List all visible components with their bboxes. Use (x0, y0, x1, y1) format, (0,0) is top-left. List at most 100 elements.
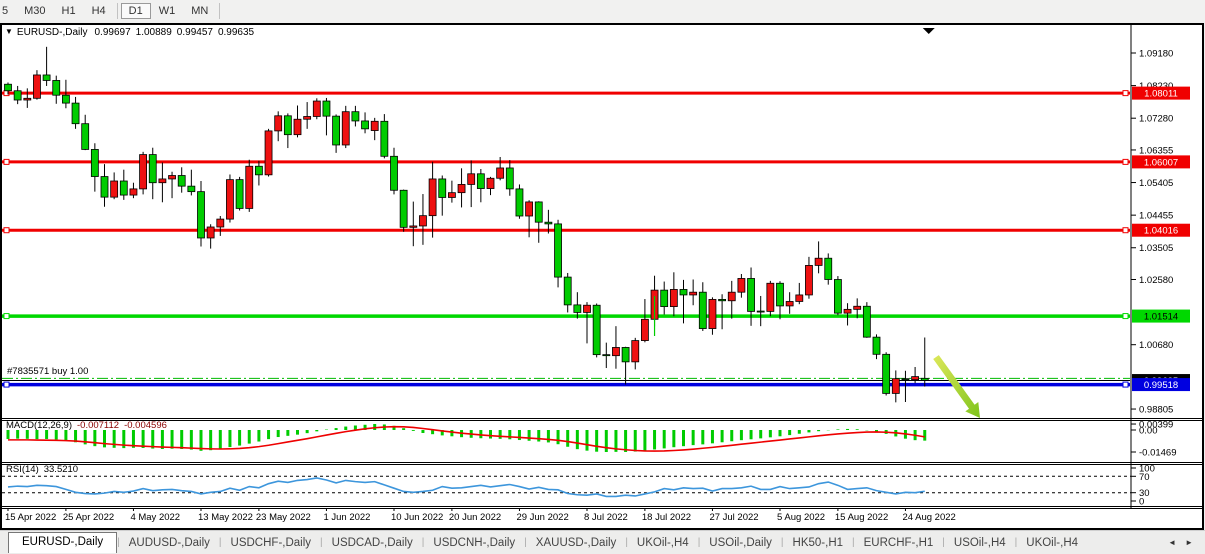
candle-body (304, 116, 311, 119)
line-handle[interactable] (1123, 314, 1128, 319)
price-tick-label: 1.00680 (1139, 340, 1173, 351)
tab-usdchf-daily[interactable]: USDCHF-,Daily (222, 535, 321, 551)
price-line-badge: 1.04016 (1144, 226, 1178, 237)
tf-h4[interactable]: H4 (84, 3, 114, 19)
candle-body (246, 166, 253, 208)
candle-body (62, 95, 69, 103)
date-tick-label: 23 May 2022 (256, 512, 311, 523)
candle-body (767, 283, 774, 311)
candle-body (82, 124, 89, 150)
candle-body (284, 116, 291, 135)
price-line-badge: 0.99518 (1144, 380, 1178, 391)
tab-eurusd-daily[interactable]: EURUSD-,Daily (8, 532, 117, 553)
candle-body (883, 354, 890, 393)
date-tick-label: 27 Jul 2022 (709, 512, 758, 523)
line-handle[interactable] (1123, 159, 1128, 164)
candle-body (294, 119, 301, 134)
candle-body (622, 347, 629, 361)
order-label[interactable]: #7835571 buy 1.00 (7, 366, 88, 377)
ohlc-high: 1.00889 (136, 27, 172, 38)
candle-body (342, 112, 349, 145)
price-line-badge: 1.08011 (1144, 89, 1178, 100)
price-tick-label: 1.05405 (1139, 178, 1173, 189)
candle-body (603, 355, 610, 356)
price-tick-label: 1.02580 (1139, 275, 1173, 286)
tabs-scroll-right-icon[interactable]: ► (1185, 538, 1193, 547)
candle-body (458, 184, 465, 192)
candle-body (506, 168, 513, 189)
candle-body (719, 299, 726, 300)
candle-body (497, 168, 504, 178)
candle-body (236, 180, 243, 209)
macd-main-value: -0.007112 (77, 420, 119, 431)
rsi-name: RSI(14) (6, 464, 39, 475)
candle-body (535, 202, 542, 222)
rsi-label: RSI(14)33.5210 (6, 464, 78, 475)
tab-ukoil-h4[interactable]: UKOil-,H4 (1017, 535, 1087, 551)
date-tick-label: 8 Jul 2022 (584, 512, 628, 523)
candle-body (429, 179, 436, 216)
candle-body (91, 149, 98, 176)
candle-body (72, 103, 79, 124)
candle-body (555, 224, 562, 277)
tab-usdcnh-daily[interactable]: USDCNH-,Daily (424, 535, 524, 551)
line-handle[interactable] (4, 382, 9, 387)
candle-body (207, 227, 214, 238)
candle-body (786, 301, 793, 305)
candle-body (825, 258, 832, 279)
candle-body (14, 91, 21, 100)
line-handle[interactable] (4, 228, 9, 233)
candle-body (612, 347, 619, 355)
tab-xauusd-daily[interactable]: XAUUSD-,Daily (527, 535, 626, 551)
tf-m30[interactable]: M30 (16, 3, 53, 19)
line-handle[interactable] (1123, 91, 1128, 96)
candle-body (757, 311, 764, 312)
candle-body (487, 178, 494, 188)
tab-usdcad-daily[interactable]: USDCAD-,Daily (323, 535, 422, 551)
tabs-scroll-left-icon[interactable]: ◄ (1168, 538, 1176, 547)
timeframe-toolbar: 5 M30 H1 H4 D1 W1 MN (0, 0, 1205, 22)
tab-ukoil-h4[interactable]: UKOil-,H4 (628, 535, 698, 551)
line-handle[interactable] (4, 159, 9, 164)
price-tick-label: 0.98805 (1139, 405, 1173, 416)
candle-body (748, 278, 755, 311)
candle-body (516, 189, 523, 216)
tab-eurchf-h1[interactable]: EURCHF-,H1 (855, 535, 943, 551)
candle-body (352, 112, 359, 121)
line-handle[interactable] (1123, 382, 1128, 387)
candle-body (632, 341, 639, 362)
toolbar-separator (219, 3, 220, 19)
candle-body (33, 75, 40, 98)
tab-usoil-daily[interactable]: USOil-,Daily (700, 535, 781, 551)
date-tick-label: 20 Jun 2022 (449, 512, 501, 523)
tf-mn[interactable]: MN (183, 3, 216, 19)
tf-5[interactable]: 5 (0, 3, 16, 19)
candle-body (188, 186, 195, 191)
tf-d1[interactable]: D1 (121, 3, 151, 19)
candle-body (863, 306, 870, 337)
candle-body (140, 155, 147, 189)
tab-audusd-daily[interactable]: AUDUSD-,Daily (120, 535, 219, 551)
price-tick-label: 1.04455 (1139, 211, 1173, 222)
candle-body (709, 299, 716, 328)
candle-body (419, 216, 426, 226)
tabs-scrollers: ◄► (1168, 538, 1193, 547)
date-tick-label: 25 Apr 2022 (63, 512, 114, 523)
candle-body (834, 279, 841, 313)
candle-body (313, 101, 320, 116)
candle-body (641, 319, 648, 340)
candle-body (323, 101, 330, 116)
line-handle[interactable] (1123, 228, 1128, 233)
symbol-dropdown-icon[interactable]: ▼ (5, 27, 13, 36)
tab-usoil-h4[interactable]: USOil-,H4 (945, 535, 1015, 551)
mt4-window: 1.091801.082301.072801.063551.054051.044… (0, 0, 1205, 553)
line-handle[interactable] (4, 314, 9, 319)
tf-h1[interactable]: H1 (54, 3, 84, 19)
tf-w1[interactable]: W1 (151, 3, 184, 19)
candle-body (873, 337, 880, 354)
tab-hk50-h1[interactable]: HK50-,H1 (784, 535, 853, 551)
candle-body (198, 192, 205, 238)
candle-body (545, 222, 552, 224)
candle-body (912, 377, 919, 380)
candle-body (584, 305, 591, 312)
